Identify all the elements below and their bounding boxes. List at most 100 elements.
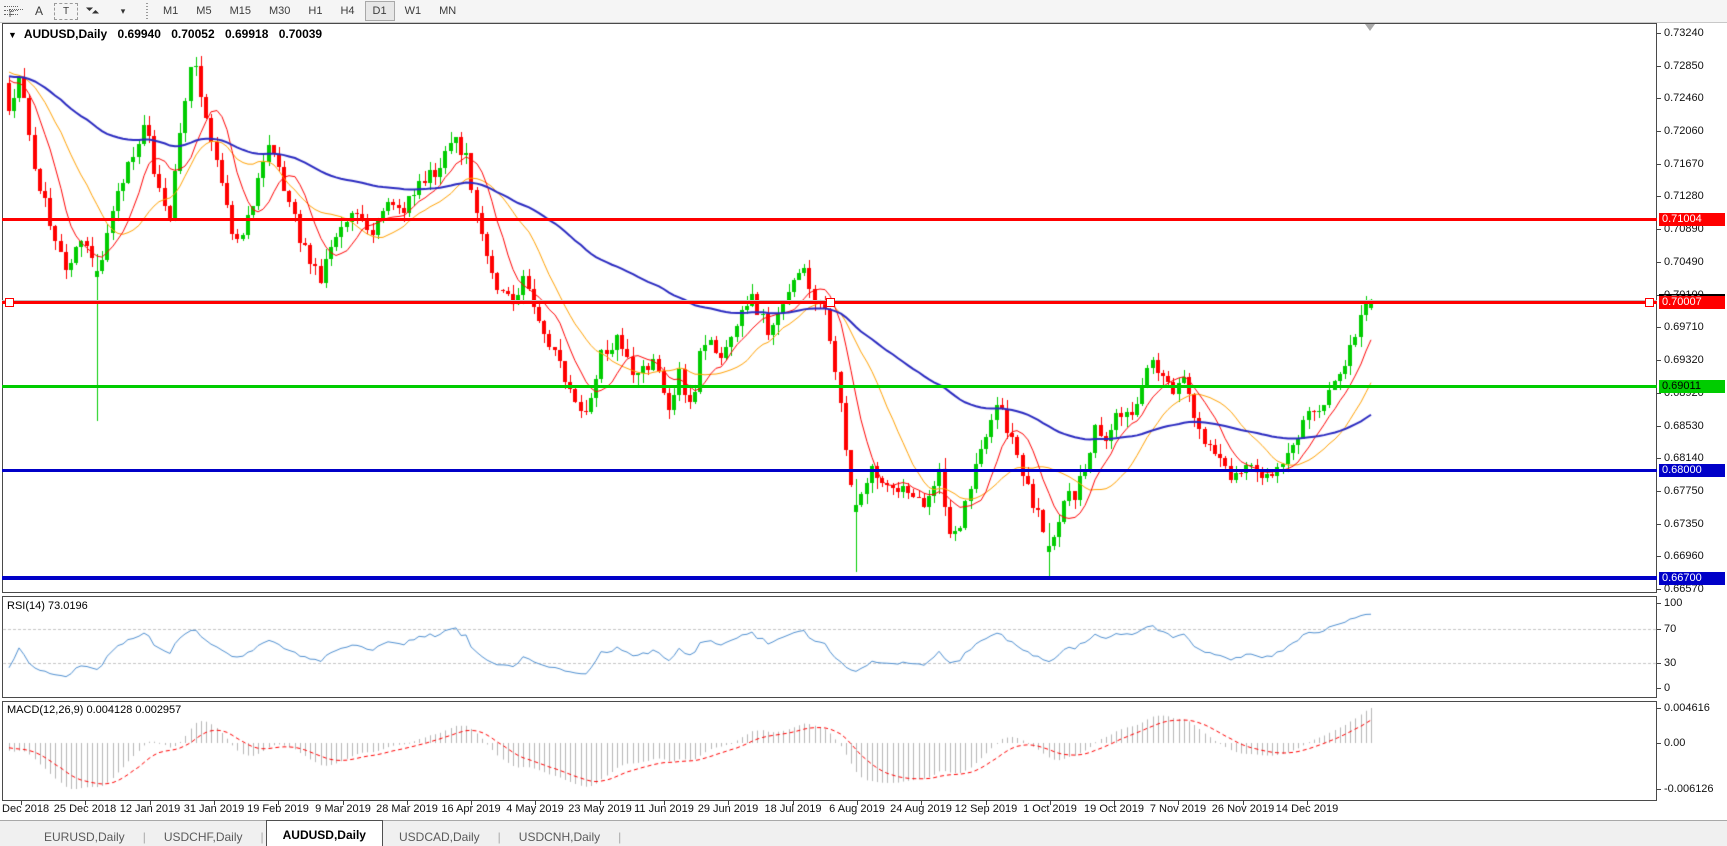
date-label: 28 Mar 2019 [376, 803, 438, 815]
date-label: 7 Nov 2019 [1149, 803, 1207, 815]
hline-handle[interactable] [1645, 298, 1654, 307]
ohlc-high: 0.70052 [171, 27, 215, 41]
price-tick-mark [1657, 66, 1661, 67]
price-tick-mark [1657, 33, 1661, 34]
price-tick-label: 0.68530 [1664, 420, 1704, 432]
price-tick-label: 0.68140 [1664, 452, 1704, 464]
ohlc-open: 0.69940 [117, 27, 161, 41]
macd-scale-label: 0.00 [1664, 737, 1686, 749]
rsi-scale-label: 30 [1664, 657, 1677, 669]
date-label: 6 Dec 2018 [0, 803, 50, 815]
horizontal-line-0.71004[interactable] [2, 218, 1657, 221]
rsi-scale-label: 70 [1664, 623, 1677, 635]
price-tick-mark [1657, 131, 1661, 132]
rsi-scale-label: 100 [1664, 597, 1683, 609]
trading-platform-window: F A T ▾ M1M5M15M30H1H4D1W1MN ▼ AUDUSD,Da… [0, 0, 1727, 846]
price-tick-mark [1657, 458, 1661, 459]
price-tick-label: 0.73240 [1664, 27, 1704, 39]
hline-axis-box-0.70007: 0.70007 [1659, 296, 1725, 309]
price-tick-label: 0.66960 [1664, 550, 1704, 562]
price-tick-mark [1657, 196, 1661, 197]
date-label: 14 Dec 2019 [1275, 803, 1339, 815]
chart-shift-marker-icon [1365, 24, 1375, 31]
hline-axis-box-0.66700: 0.66700 [1659, 572, 1725, 585]
horizontal-line-0.68000[interactable] [2, 469, 1657, 472]
date-label: 12 Sep 2019 [954, 803, 1018, 815]
price-tick-mark [1657, 524, 1661, 525]
macd-label: MACD(12,26,9) 0.004128 0.002957 [7, 704, 182, 716]
hline-handle[interactable] [826, 298, 835, 307]
rsi-tick-mark [1657, 688, 1661, 689]
date-label: 1 Oct 2019 [1023, 803, 1077, 815]
price-tick-label: 0.72460 [1664, 92, 1704, 104]
macd-scale-label: -0.006126 [1664, 783, 1714, 795]
price-tick-mark [1657, 426, 1661, 427]
date-label: 25 Dec 2018 [53, 803, 117, 815]
rsi-tick-mark [1657, 629, 1661, 630]
price-tick-mark [1657, 262, 1661, 263]
chart-canvas[interactable] [0, 0, 1727, 820]
date-label: 11 Jun 2019 [634, 803, 694, 815]
price-tick-label: 0.71670 [1664, 158, 1704, 170]
macd-tick-mark [1657, 789, 1661, 790]
price-tick-label: 0.70490 [1664, 256, 1704, 268]
date-label: 19 Oct 2019 [1084, 803, 1144, 815]
hline-axis-box-0.71004: 0.71004 [1659, 213, 1725, 226]
price-tick-label: 0.69710 [1664, 321, 1704, 333]
hline-axis-box-0.69011: 0.69011 [1659, 380, 1725, 393]
chart-tab-usdcad[interactable]: USDCAD,Daily [383, 824, 496, 846]
chart-tabbar: EURUSD,Daily | USDCHF,Daily | AUDUSD,Daily US… [0, 820, 1727, 846]
tab-separator: | [142, 830, 146, 844]
date-label: 31 Jan 2019 [183, 803, 245, 815]
price-tick-mark [1657, 589, 1661, 590]
price-tick-label: 0.67350 [1664, 518, 1704, 530]
date-label: 19 Feb 2019 [247, 803, 309, 815]
price-tick-label: 0.72850 [1664, 60, 1704, 72]
chart-title: ▼ AUDUSD,Daily 0.69940 0.70052 0.69918 0… [8, 27, 329, 41]
tab-separator: | [497, 830, 501, 844]
chart-tab-eurusd[interactable]: EURUSD,Daily [28, 824, 141, 846]
tab-separator: | [260, 830, 264, 844]
price-tick-label: 0.67750 [1664, 485, 1704, 497]
rsi-label: RSI(14) 73.0196 [7, 600, 88, 612]
price-tick-label: 0.71280 [1664, 190, 1704, 202]
date-label: 9 Mar 2019 [315, 803, 371, 815]
date-label: 29 Jun 2019 [697, 803, 759, 815]
price-tick-mark [1657, 393, 1661, 394]
date-label: 26 Nov 2019 [1211, 803, 1275, 815]
price-tick-mark [1657, 491, 1661, 492]
horizontal-line-0.66700[interactable] [2, 576, 1657, 580]
rsi-scale-label: 0 [1664, 682, 1671, 694]
price-tick-label: 0.72060 [1664, 125, 1704, 137]
hline-handle[interactable] [5, 298, 14, 307]
chart-tab-usdchf[interactable]: USDCHF,Daily [148, 824, 259, 846]
horizontal-line-0.69011[interactable] [2, 385, 1657, 388]
chart-tab-audusd[interactable]: AUDUSD,Daily [265, 820, 383, 846]
macd-tick-mark [1657, 743, 1661, 744]
date-label: 23 May 2019 [568, 803, 632, 815]
hline-axis-box-0.68000: 0.68000 [1659, 464, 1725, 477]
price-tick-mark [1657, 327, 1661, 328]
price-tick-mark [1657, 556, 1661, 557]
tab-separator: | [618, 830, 622, 844]
price-tick-mark [1657, 229, 1661, 230]
price-tick-label: 0.69320 [1664, 354, 1704, 366]
date-label: 18 Jul 2019 [764, 803, 822, 815]
date-label: 6 Aug 2019 [829, 803, 885, 815]
date-label: 4 May 2019 [506, 803, 564, 815]
ohlc-close: 0.70039 [278, 27, 323, 41]
chart-collapse-arrow-icon[interactable]: ▼ [8, 30, 17, 40]
price-tick-mark [1657, 98, 1661, 99]
macd-tick-mark [1657, 708, 1661, 709]
date-label: 24 Aug 2019 [890, 803, 952, 815]
macd-scale-label: 0.004616 [1664, 702, 1710, 714]
price-tick-mark [1657, 164, 1661, 165]
price-tick-mark [1657, 360, 1661, 361]
chart-tab-usdcnh[interactable]: USDCNH,Daily [503, 824, 616, 846]
chart-symbol: AUDUSD,Daily [23, 27, 108, 41]
date-label: 16 Apr 2019 [441, 803, 501, 815]
rsi-tick-mark [1657, 663, 1661, 664]
ohlc-low: 0.69918 [224, 27, 269, 41]
date-label: 12 Jan 2019 [119, 803, 181, 815]
rsi-tick-mark [1657, 603, 1661, 604]
